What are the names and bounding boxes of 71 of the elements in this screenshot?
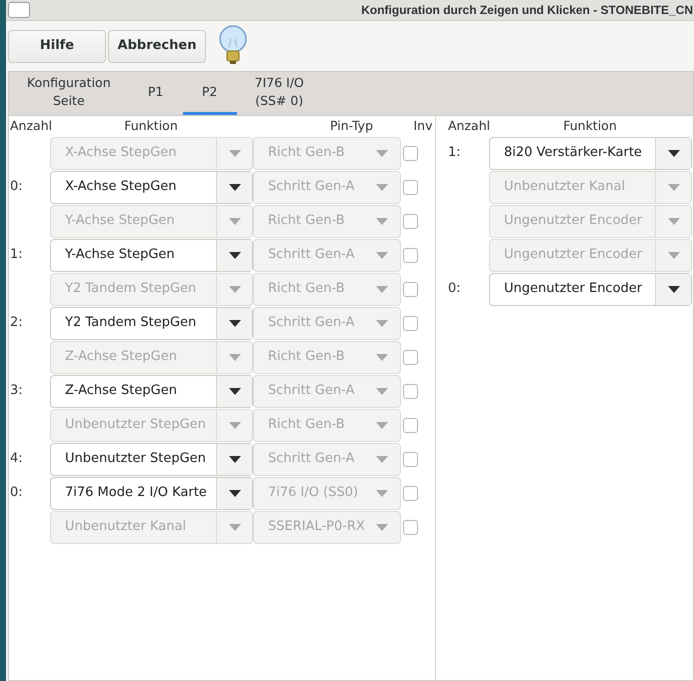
- dropdown[interactable]: 7i76 Mode 2 I/O Karte: [50, 476, 253, 510]
- toolbar-button[interactable]: Hilfe: [8, 30, 106, 62]
- inv-checkbox[interactable]: [403, 520, 418, 534]
- caret-icon: [668, 252, 680, 258]
- light-bulb-icon[interactable]: [218, 25, 248, 67]
- row-number: 0:: [10, 485, 23, 500]
- inv-checkbox[interactable]: [403, 486, 418, 500]
- dropdown[interactable]: Ungenutzter Encoder: [489, 272, 692, 306]
- caret-icon: [376, 388, 388, 394]
- inv-checkbox[interactable]: [403, 316, 418, 330]
- column-header: Funktion: [123, 117, 179, 136]
- inv-checkbox[interactable]: [403, 384, 418, 398]
- row-number: 1:: [448, 145, 461, 160]
- caret-icon: [228, 388, 240, 394]
- caret-icon: [376, 252, 388, 258]
- caret-icon: [228, 252, 240, 258]
- caret-icon: [668, 150, 680, 156]
- caret-icon: [228, 490, 240, 496]
- caret-icon: [668, 286, 680, 292]
- caret-icon: [228, 320, 240, 326]
- dropdown[interactable]: Y-Achse StepGen: [50, 238, 253, 272]
- caret-icon: [376, 490, 388, 496]
- inv-checkbox[interactable]: [403, 146, 418, 160]
- row-number: 0:: [10, 179, 23, 194]
- row-number: 1:: [10, 247, 23, 262]
- column-header: Funktion: [562, 117, 618, 136]
- row-number: 4:: [10, 451, 23, 466]
- dropdown[interactable]: Unbenutzter StepGen: [50, 442, 253, 476]
- row-number: 0:: [448, 281, 461, 296]
- caret-icon: [668, 184, 680, 190]
- column-header: Anzahl: [9, 117, 50, 136]
- column-header: Pin-Typ: [328, 117, 374, 136]
- caret-icon: [228, 218, 240, 224]
- window-icon: [8, 2, 30, 18]
- row-number: 3:: [10, 383, 23, 398]
- inv-checkbox[interactable]: [403, 180, 418, 194]
- caret-icon: [376, 150, 388, 156]
- caret-icon: [228, 184, 240, 190]
- caret-icon: [376, 524, 388, 530]
- inv-checkbox[interactable]: [403, 418, 418, 432]
- tab[interactable]: P1: [128, 72, 183, 115]
- inv-checkbox[interactable]: [403, 350, 418, 364]
- caret-icon: [228, 524, 240, 530]
- inv-checkbox[interactable]: [403, 248, 418, 262]
- inv-checkbox[interactable]: [403, 214, 418, 228]
- caret-icon: [376, 320, 388, 326]
- dropdown[interactable]: 8i20 Verstärker-Karte: [489, 136, 692, 170]
- caret-icon: [376, 354, 388, 360]
- caret-icon: [228, 150, 240, 156]
- dropdown[interactable]: Y2 Tandem StepGen: [50, 306, 253, 340]
- caret-icon: [376, 184, 388, 190]
- caret-icon: [228, 286, 240, 292]
- caret-icon: [228, 456, 240, 462]
- tab[interactable]: Konfiguration Seite: [9, 72, 129, 115]
- caret-icon: [376, 456, 388, 462]
- tab[interactable]: 7I76 I/O (SS# 0): [236, 72, 322, 115]
- caret-icon: [376, 422, 388, 428]
- caret-icon: [228, 354, 240, 360]
- row-number: 2:: [10, 315, 23, 330]
- inv-checkbox[interactable]: [403, 282, 418, 296]
- column-header: Inv: [412, 117, 434, 136]
- caret-icon: [376, 286, 388, 292]
- toolbar-button[interactable]: Abbrechen: [108, 30, 206, 62]
- window-title: Konfiguration durch Zeigen und Klicken - STONEBITE_CN: [361, 2, 694, 19]
- caret-icon: [228, 422, 240, 428]
- dropdown[interactable]: X-Achse StepGen: [50, 170, 253, 204]
- caret-icon: [376, 218, 388, 224]
- caret-icon: [668, 218, 680, 224]
- column-header: Anzahl: [448, 117, 489, 136]
- dropdown[interactable]: Z-Achse StepGen: [50, 374, 253, 408]
- inv-checkbox[interactable]: [403, 452, 418, 466]
